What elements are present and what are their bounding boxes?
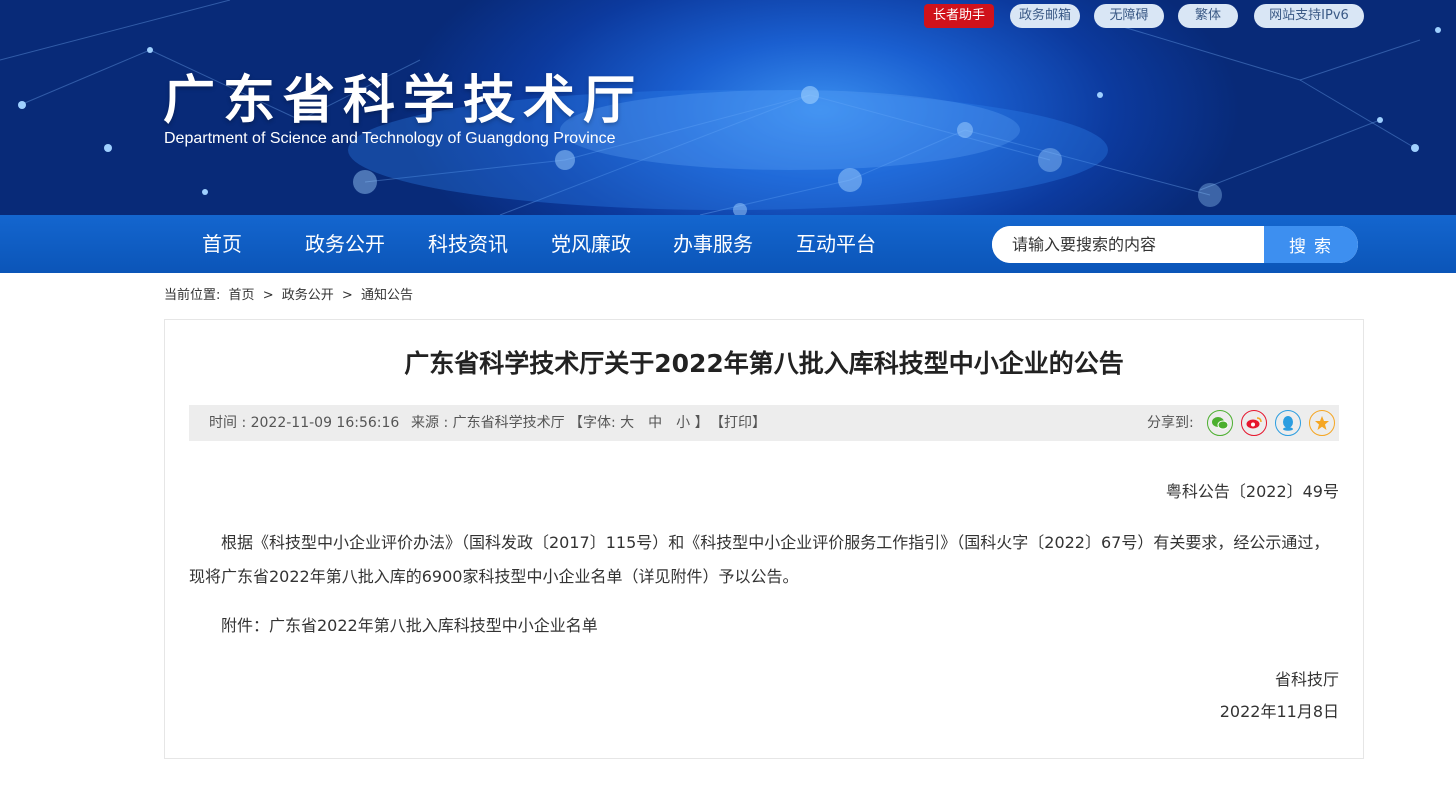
search-button[interactable]: 搜索: [1264, 226, 1358, 263]
qq-icon[interactable]: [1275, 410, 1301, 436]
publish-time: 时间 : 2022-11-09 16:56:16: [209, 415, 400, 431]
site-subtitle: Department of Science and Technology of …: [164, 130, 616, 147]
share-label: 分享到:: [1147, 415, 1194, 431]
elder-assistant-link[interactable]: 长者助手: [924, 4, 994, 28]
nav-item-government-affairs[interactable]: 政务公开: [305, 215, 385, 273]
weibo-icon[interactable]: [1241, 410, 1267, 436]
accessibility-link[interactable]: 无障碍: [1094, 4, 1164, 28]
main-nav: 首页 政务公开 科技资讯 党风廉政 办事服务 互动平台 搜索: [0, 215, 1456, 273]
breadcrumb-separator: >: [341, 288, 353, 303]
ipv6-support-link[interactable]: 网站支持IPv6: [1254, 4, 1364, 28]
nav-item-party-integrity[interactable]: 党风廉政: [551, 215, 631, 273]
breadcrumb-notices[interactable]: 通知公告: [361, 288, 413, 303]
breadcrumb-prefix: 当前位置:: [164, 288, 221, 303]
attachment-link[interactable]: 附件：广东省2022年第八批入库科技型中小企业名单: [221, 612, 598, 636]
article-body: 根据《科技型中小企业评价办法》（国科发政〔2017〕115号）和《科技型中小企业…: [189, 533, 1330, 586]
signer: 省科技厅: [1274, 670, 1339, 689]
article-source: 来源 : 广东省科学技术厅: [411, 415, 565, 431]
favorite-icon[interactable]: [1309, 410, 1335, 436]
wechat-icon[interactable]: [1207, 410, 1233, 436]
article-title: 广东省科学技术厅关于2022年第八批入库科技型中小企业的公告: [404, 349, 1124, 378]
breadcrumb-government-affairs[interactable]: 政务公开: [282, 288, 334, 303]
sign-date: 2022年11月8日: [1219, 702, 1339, 721]
font-size-selector[interactable]: 【字体: 大 中 小 】: [569, 405, 709, 441]
search-input[interactable]: [992, 226, 1264, 263]
breadcrumb-separator: >: [262, 288, 274, 303]
site-title[interactable]: 广东省科学技术厅: [163, 58, 643, 133]
breadcrumb-home[interactable]: 首页: [229, 288, 255, 303]
nav-item-services[interactable]: 办事服务: [673, 215, 753, 273]
breadcrumb: 当前位置: 首页 > 政务公开 > 通知公告: [164, 284, 417, 303]
gov-mailbox-link[interactable]: 政务邮箱: [1010, 4, 1080, 28]
article-container: 广东省科学技术厅关于2022年第八批入库科技型中小企业的公告 时间 : 2022…: [164, 319, 1364, 759]
article-meta-bar: 时间 : 2022-11-09 16:56:16 来源 : 广东省科学技术厅 【…: [189, 405, 1339, 441]
header-banner: 长者助手 政务邮箱 无障碍 繁体 网站支持IPv6 广东省科学技术厅 Depar…: [0, 0, 1456, 215]
document-number: 粤科公告〔2022〕49号: [1165, 482, 1339, 501]
nav-item-tech-news[interactable]: 科技资讯: [428, 215, 508, 273]
nav-item-interaction[interactable]: 互动平台: [796, 215, 876, 273]
traditional-chinese-link[interactable]: 繁体: [1178, 4, 1238, 28]
nav-item-home[interactable]: 首页: [202, 215, 242, 273]
print-button[interactable]: 【打印】: [710, 405, 766, 441]
share-icons: [1207, 410, 1343, 436]
search-box: 搜索: [992, 226, 1358, 263]
